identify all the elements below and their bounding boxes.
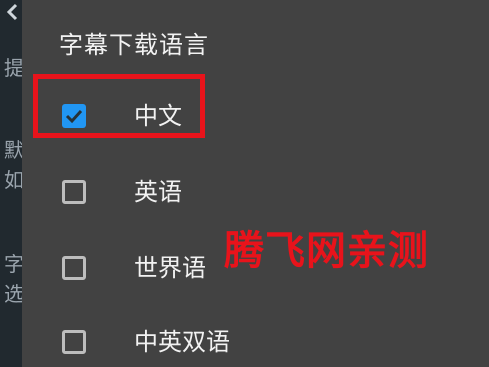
checkbox-unchecked-icon[interactable]	[62, 330, 86, 354]
option-label: 中英双语	[134, 328, 230, 356]
checkbox-unchecked-icon[interactable]	[62, 256, 86, 280]
background-text: 选	[4, 282, 24, 306]
highlight-annotation-box	[33, 74, 205, 138]
back-arrow-icon[interactable]	[6, 3, 20, 21]
checkbox-unchecked-icon[interactable]	[62, 180, 86, 204]
option-chinese-english[interactable]: 中英双语	[22, 314, 489, 367]
background-settings-page: 提 默 如 字 选	[0, 0, 24, 367]
option-label: 英语	[134, 178, 182, 206]
dialog-title: 字幕下载语言	[59, 31, 209, 59]
option-label: 世界语	[134, 254, 206, 282]
background-text: 如	[4, 168, 24, 192]
screen: 提 默 如 字 选 字幕下载语言 中文 英语 世界语 中英双语 腾飞网亲测	[0, 0, 489, 367]
subtitle-language-dialog: 字幕下载语言 中文 英语 世界语 中英双语	[22, 0, 489, 367]
background-text: 默	[4, 138, 24, 162]
background-text: 字	[4, 252, 24, 276]
watermark-text: 腾飞网亲测	[224, 228, 429, 274]
background-text: 提	[4, 56, 24, 80]
option-english[interactable]: 英语	[22, 164, 489, 224]
